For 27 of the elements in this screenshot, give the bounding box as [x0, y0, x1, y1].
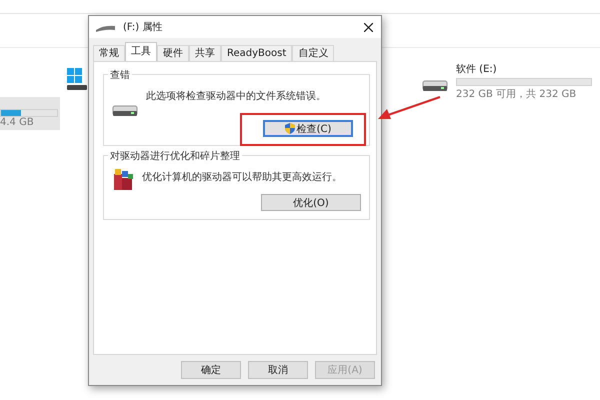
window-title: (F:) 属性	[123, 20, 162, 34]
check-button[interactable]: 检查(C)	[263, 120, 353, 137]
defragment-icon	[112, 168, 134, 192]
tab[interactable]: ReadyBoost	[221, 45, 292, 61]
windows-drive-icon	[67, 68, 88, 91]
optimize-button[interactable]: 优化(O)	[261, 194, 361, 211]
shield-icon	[284, 123, 295, 134]
tab[interactable]: 自定义	[292, 45, 334, 61]
tab[interactable]: 常规	[93, 45, 125, 61]
close-button[interactable]	[362, 20, 375, 34]
group-description: 优化计算机的驱动器可以帮助其更高效运行。	[142, 170, 342, 184]
arrow	[378, 96, 440, 119]
tab[interactable]: 共享	[189, 45, 221, 61]
group-description: 此选项将检查驱动器中的文件系统错误。	[146, 90, 326, 103]
drive-tile[interactable]: 4.4 GB	[0, 97, 60, 130]
drive-free-space: 232 GB 可用，共 232 GB	[456, 89, 578, 101]
close-icon	[364, 22, 373, 32]
dialog-button[interactable]: 取消	[248, 361, 308, 379]
drive-free-space: 4.4 GB	[0, 117, 35, 129]
group-title: 查错	[108, 68, 132, 82]
group-title: 对驱动器进行优化和碎片整理	[108, 149, 242, 163]
tab[interactable]: 硬件	[157, 45, 189, 61]
tab[interactable]: 工具	[125, 42, 157, 61]
drive-label: 软件 (E:)	[456, 64, 498, 76]
drive-tile[interactable]: 软件 (E:) 232 GB 可用，共 232 GB	[422, 60, 592, 101]
capacity-bar	[0, 109, 58, 117]
dialog-button[interactable]: 确定	[181, 361, 241, 379]
